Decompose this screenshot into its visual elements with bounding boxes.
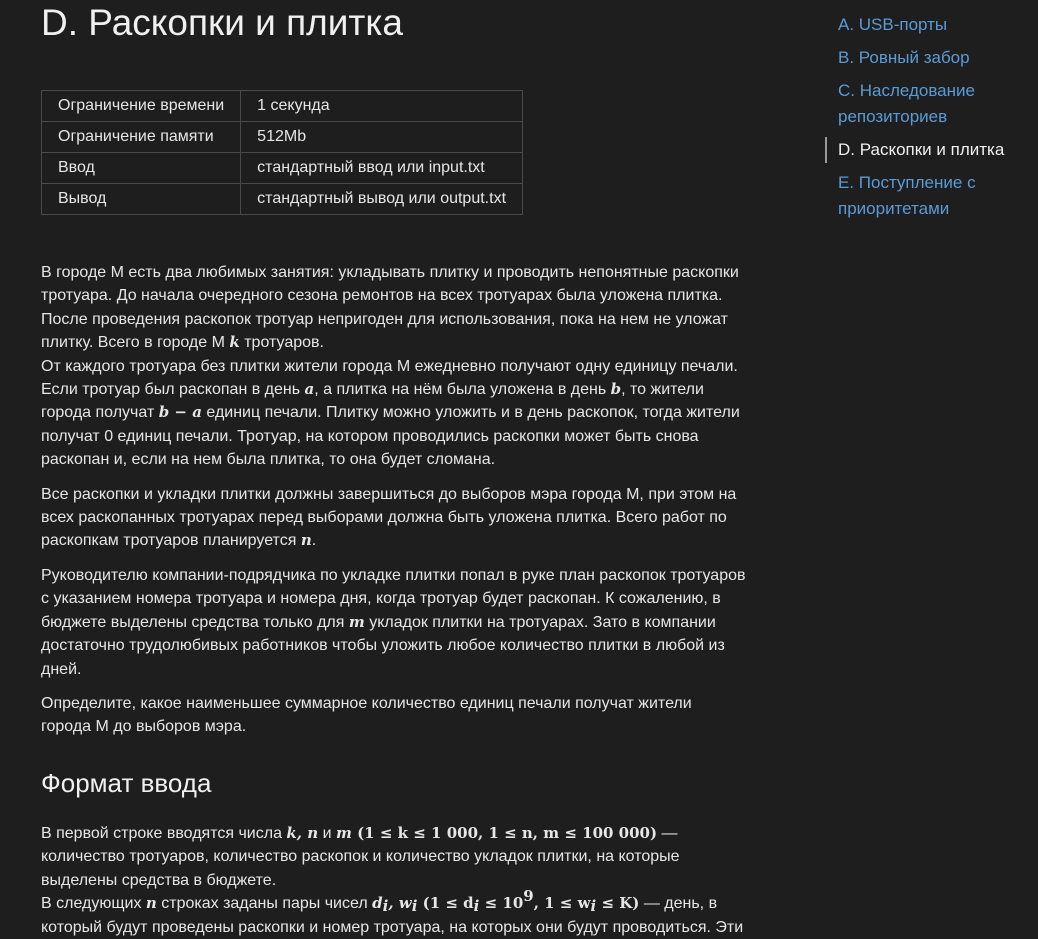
math-var: b xyxy=(610,380,622,399)
math-exponent: 9 xyxy=(523,887,534,906)
math-var: n xyxy=(145,894,157,913)
statement-text: тротуаров. xyxy=(239,334,324,352)
math-expr: b − a xyxy=(158,403,202,422)
statement-text: Все раскопки и укладки плитки должны зав… xyxy=(41,485,737,550)
input-format-line: В следующих n строках заданы пары чисел … xyxy=(41,889,746,939)
problem-statement: В городе М есть два любимых занятия: укл… xyxy=(41,261,746,750)
format-text: строках заданы пары чисел xyxy=(156,895,373,913)
limit-value: стандартный ввод или input.txt xyxy=(240,152,524,184)
limit-value: стандартный вывод или output.txt xyxy=(240,183,524,215)
limit-key: Вывод xyxy=(40,183,242,215)
math-var: n xyxy=(300,531,312,550)
table-row: Вывод стандартный вывод или output.txt xyxy=(40,183,524,215)
math-expr: , 1 ≤ w xyxy=(533,894,591,913)
format-text: и xyxy=(318,825,336,842)
nav-item-problem-e[interactable]: E. Поступление с приоритетами xyxy=(825,170,1025,222)
statement-paragraph: В городе М есть два любимых занятия: укл… xyxy=(41,261,746,472)
statement-text: . xyxy=(311,532,317,550)
problems-nav: A. USB-порты B. Ровный забор C. Наследов… xyxy=(825,12,1025,229)
math-expr: (1 ≤ d xyxy=(417,894,474,913)
input-format-text: В первой строке вводятся числа k, n и m … xyxy=(41,822,746,939)
table-row: Ограничение памяти 512Mb xyxy=(40,121,524,153)
input-format-heading: Формат ввода xyxy=(41,768,212,798)
statement-paragraph: Руководителю компании-подрядчика по укла… xyxy=(41,564,746,681)
nav-item-problem-b[interactable]: B. Ровный забор xyxy=(825,45,1025,71)
format-text: В первой строке вводятся числа xyxy=(41,825,287,842)
statement-text: В городе М есть два любимых занятия: укл… xyxy=(41,264,739,352)
math-expr: (1 ≤ k ≤ 1 000, 1 ≤ n, m ≤ 100 000) xyxy=(351,824,658,842)
nav-item-problem-d[interactable]: D. Раскопки и плитка xyxy=(825,137,1025,163)
math-expr: ≤ K) xyxy=(596,894,640,913)
limit-value: 1 секунда xyxy=(240,90,524,122)
problem-title: D. Раскопки и плитка xyxy=(41,2,403,43)
statement-text: , а плитка на нём была уложена в день xyxy=(314,381,611,399)
table-row: Ввод стандартный ввод или input.txt xyxy=(40,152,524,184)
math-expr: ≤ 10 xyxy=(479,894,524,913)
format-text: В следующих xyxy=(41,895,146,913)
math-var: m xyxy=(335,824,352,842)
math-var: , w xyxy=(388,894,412,913)
limit-key: Ввод xyxy=(40,152,242,184)
math-var: k xyxy=(229,333,240,352)
limit-key: Ограничение памяти xyxy=(40,121,242,153)
math-var: m xyxy=(348,612,365,631)
limit-value: 512Mb xyxy=(240,121,524,153)
limits-table: Ограничение времени 1 секунда Ограничени… xyxy=(40,90,524,215)
math-var: a xyxy=(304,380,315,399)
statement-paragraph: Определите, какое наименьшее суммарное к… xyxy=(41,694,692,736)
nav-item-problem-a[interactable]: A. USB-порты xyxy=(825,12,1025,38)
problem-page: D. Раскопки и плитка Ограничение времени… xyxy=(0,0,1038,939)
math-var: k, n xyxy=(286,824,319,842)
limit-key: Ограничение времени xyxy=(40,90,242,122)
statement-paragraph: Все раскопки и укладки плитки должны зав… xyxy=(41,483,746,553)
input-format-line: В первой строке вводятся числа k, n и m … xyxy=(41,822,746,892)
math-var: d xyxy=(372,894,383,913)
nav-item-problem-c[interactable]: C. Наследование репозиториев xyxy=(825,78,1025,130)
table-row: Ограничение времени 1 секунда xyxy=(40,90,524,122)
